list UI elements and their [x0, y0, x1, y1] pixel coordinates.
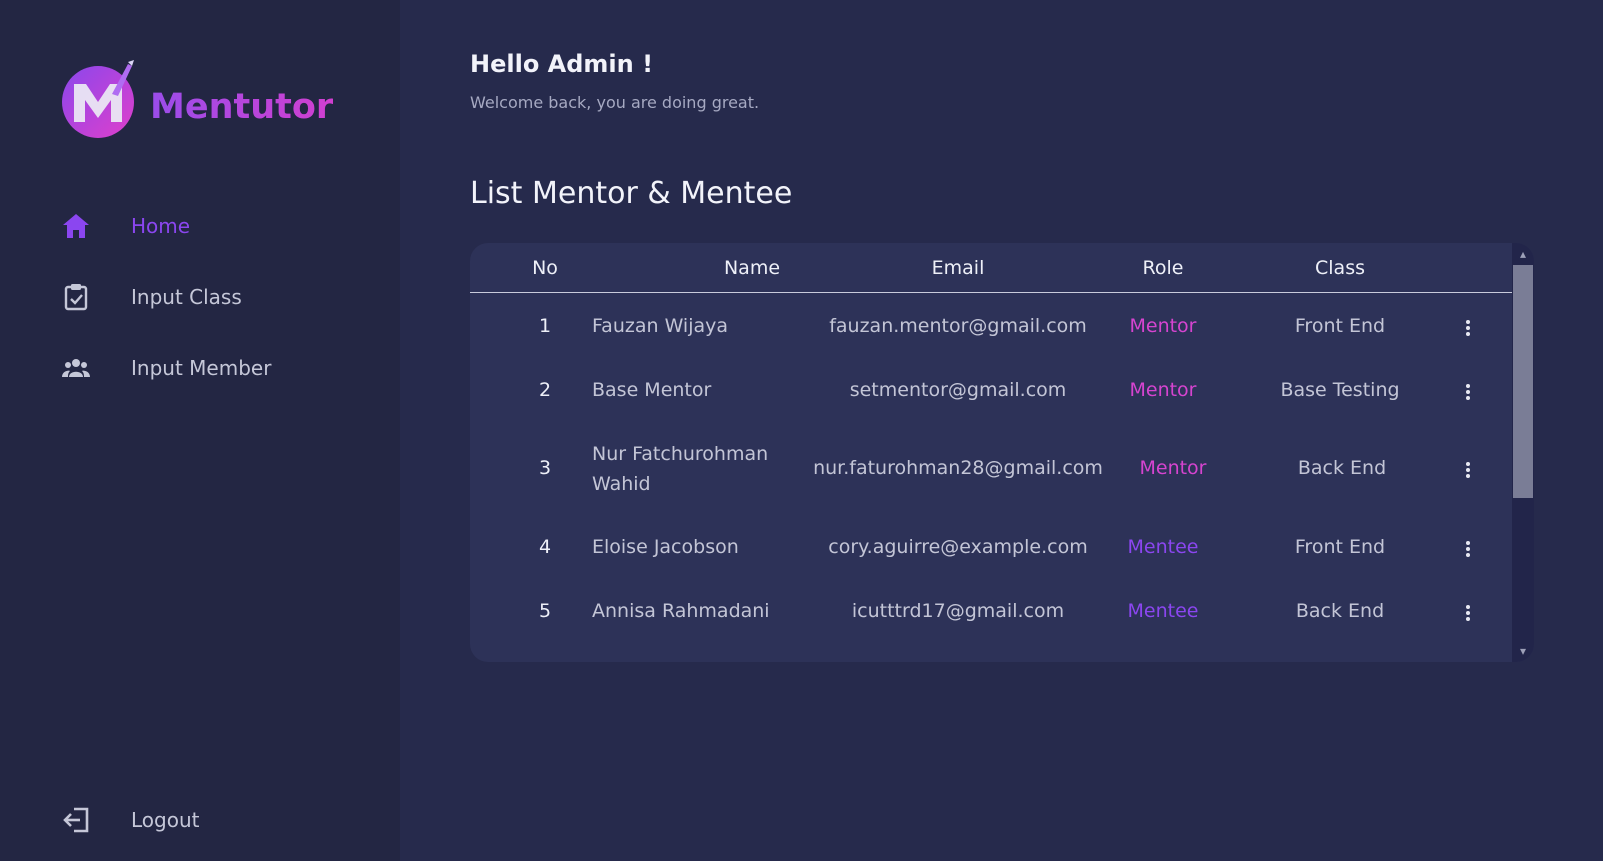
cell-no: 1 [538, 315, 552, 337]
cell-class: Base Testing [1280, 379, 1400, 401]
table-row[interactable]: 4 Eloise Jacobson cory.aguirre@example.c… [470, 536, 1512, 566]
cell-name: Base Mentor [592, 379, 712, 401]
row-menu-icon[interactable] [1465, 605, 1471, 623]
cell-role: Mentee [1127, 600, 1199, 622]
brand-logo[interactable]: Mentutor [62, 58, 333, 140]
column-header-class: Class [1315, 257, 1365, 279]
cell-no: 3 [538, 457, 552, 479]
cell-role: Mentor [1129, 379, 1197, 401]
column-header-no: No [532, 257, 558, 279]
cell-class: Back End [1295, 600, 1385, 622]
cell-no: 2 [538, 379, 552, 401]
row-menu-icon[interactable] [1465, 320, 1471, 338]
cell-name: Eloise Jacobson [592, 536, 739, 558]
table-row[interactable]: 2 Base Mentor setmentor@gmail.com Mentor… [470, 379, 1512, 409]
cell-class: Front End [1294, 315, 1386, 337]
column-header-email: Email [931, 257, 985, 279]
mentutor-logo-icon [62, 58, 138, 140]
logout-label: Logout [131, 808, 200, 832]
users-icon [60, 352, 92, 384]
scroll-up-icon[interactable]: ▴ [1512, 243, 1534, 265]
sidebar-item-input-class[interactable]: Input Class [60, 261, 271, 332]
section-title: List Mentor & Mentee [470, 176, 793, 211]
logout-icon [60, 804, 92, 836]
clipboard-check-icon [60, 281, 92, 313]
cell-no: 4 [538, 536, 552, 558]
table-row[interactable]: 5 Annisa Rahmadani icutttrd17@gmail.com … [470, 600, 1512, 630]
scroll-down-icon[interactable]: ▾ [1512, 640, 1534, 662]
cell-class: Front End [1294, 536, 1386, 558]
row-menu-icon[interactable] [1465, 384, 1471, 402]
cell-email: cory.aguirre@example.com [828, 536, 1088, 558]
cell-role: Mentee [1127, 536, 1199, 558]
cell-no: 5 [538, 600, 552, 622]
sidebar-item-label: Input Class [131, 284, 242, 309]
sidebar-nav: Home Input Class Input Member [60, 190, 271, 403]
table-scrollbar[interactable]: ▴ ▾ [1512, 243, 1534, 662]
sidebar-item-label: Home [131, 213, 191, 238]
home-icon [60, 210, 92, 242]
logout-button[interactable]: Logout [60, 802, 199, 838]
cell-email: fauzan.mentor@gmail.com [829, 315, 1087, 337]
cell-name: Fauzan Wijaya [592, 315, 729, 337]
cell-name: Annisa Rahmadani [592, 600, 770, 622]
greeting-subtitle: Welcome back, you are doing great. [470, 93, 760, 112]
column-header-role: Role [1142, 257, 1184, 279]
cell-email: icutttrd17@gmail.com [851, 600, 1065, 622]
sidebar: Mentutor Home Input Class Input Member L… [0, 0, 400, 861]
sidebar-item-input-member[interactable]: Input Member [60, 332, 271, 403]
row-menu-icon[interactable] [1465, 462, 1471, 480]
cell-email: nur.faturohman28@gmail.com [813, 457, 1103, 479]
scrollbar-thumb[interactable] [1513, 265, 1533, 498]
table-row[interactable]: 1 Fauzan Wijaya fauzan.mentor@gmail.com … [470, 315, 1512, 345]
cell-role: Mentor [1129, 315, 1197, 337]
cell-name: Nur Fatchurohman Wahid [592, 443, 769, 495]
brand-name: Mentutor [150, 87, 334, 127]
table-header: No Name Email Role Class [470, 243, 1512, 293]
greeting-title: Hello Admin ! [470, 50, 654, 78]
cell-class: Back End [1297, 457, 1387, 479]
cell-role: Mentor [1139, 457, 1207, 479]
members-table: No Name Email Role Class 1 Fauzan Wijaya… [470, 243, 1534, 662]
sidebar-item-home[interactable]: Home [60, 190, 271, 261]
sidebar-item-label: Input Member [131, 355, 272, 380]
table-row[interactable]: 3 Nur Fatchurohman Wahid nur.faturohman2… [470, 439, 1512, 503]
cell-email: setmentor@gmail.com [849, 379, 1067, 401]
row-menu-icon[interactable] [1465, 541, 1471, 559]
